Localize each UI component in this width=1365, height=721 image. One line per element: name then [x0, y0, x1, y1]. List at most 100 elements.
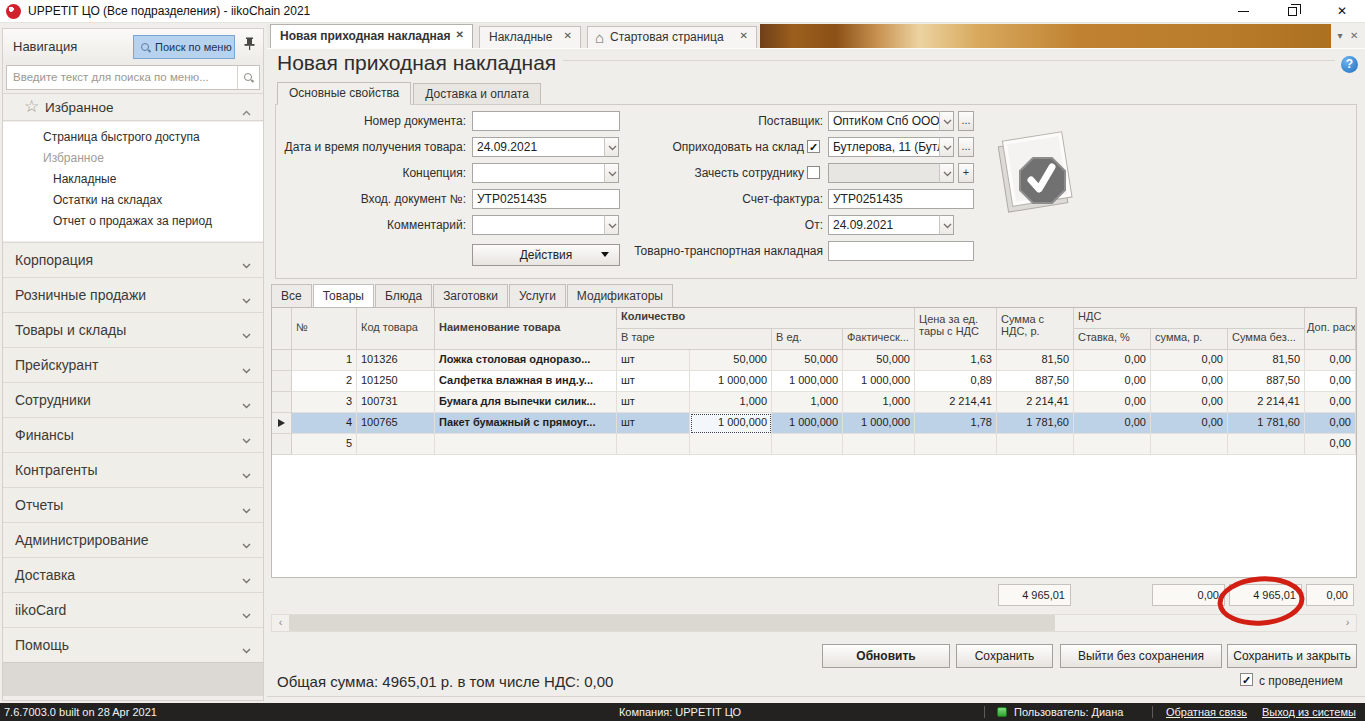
- cell-units[interactable]: 1,000: [772, 392, 843, 413]
- cell-vsum[interactable]: 0,00: [1151, 371, 1228, 392]
- document-tab-1[interactable]: Новая приходная накладная✕: [270, 24, 473, 48]
- cell-units[interactable]: 1 000,000: [772, 371, 843, 392]
- column-header-sumwithout[interactable]: Сумма без...: [1228, 329, 1305, 350]
- scroll-left-button[interactable]: ‹: [272, 615, 289, 631]
- restore-button[interactable]: [1270, 0, 1316, 23]
- scroll-right-button[interactable]: ›: [1339, 615, 1356, 631]
- cell-vsum[interactable]: 0,00: [1151, 350, 1228, 371]
- tab-close-icon[interactable]: ✕: [456, 29, 464, 40]
- cell-rate[interactable]: [1074, 434, 1151, 455]
- sidebar-section-9[interactable]: Администрирование: [3, 522, 263, 557]
- field-5[interactable]: 24.09.2021: [828, 215, 940, 235]
- sidebar-section-7[interactable]: Контрагенты: [3, 452, 263, 487]
- field-1[interactable]: [472, 111, 620, 131]
- cell-tare[interactable]: 1 000,000: [690, 413, 772, 434]
- button-3[interactable]: Выйти без сохранения: [1060, 644, 1222, 668]
- cell-unit[interactable]: шт: [617, 350, 690, 371]
- column-header-code[interactable]: Код товара: [357, 308, 435, 350]
- cell-vsum[interactable]: 0,00: [1151, 392, 1228, 413]
- sidebar-section-8[interactable]: Отчеты: [3, 487, 263, 522]
- row-indicator-header[interactable]: [272, 308, 292, 350]
- cell-unit[interactable]: [617, 434, 690, 455]
- sidebar-section-10[interactable]: Доставка: [3, 557, 263, 592]
- post-checkbox[interactable]: ✓: [1240, 673, 1253, 686]
- sidebar-section-6[interactable]: Финансы: [3, 417, 263, 452]
- cell-tare[interactable]: 50,000: [690, 350, 772, 371]
- field-5[interactable]: [472, 215, 605, 235]
- cell-name[interactable]: [435, 434, 617, 455]
- ellipsis-button[interactable]: ...: [958, 111, 974, 131]
- cell-vsum[interactable]: 0,00: [1151, 413, 1228, 434]
- cell-name[interactable]: Бумага для выпечки силик...: [435, 392, 617, 413]
- grid-tab-Услуги[interactable]: Услуги: [509, 284, 566, 307]
- form-tab-2[interactable]: Доставка и оплата: [413, 83, 541, 105]
- logout-link[interactable]: Выход из системы: [1262, 706, 1356, 718]
- button-2[interactable]: Сохранить: [956, 644, 1053, 668]
- sidebar-section-3[interactable]: Товары и склады: [3, 312, 263, 347]
- grid-tab-Модификаторы[interactable]: Модификаторы: [567, 284, 673, 307]
- document-tab-3[interactable]: ⌂Стартовая страница✕: [587, 26, 757, 48]
- cell-code[interactable]: 100765: [357, 413, 435, 434]
- dropdown-arrow[interactable]: [939, 137, 954, 157]
- sidebar-section-favorites[interactable]: ☆ Избранное: [3, 93, 263, 121]
- cell-swo[interactable]: [1228, 434, 1305, 455]
- column-header-vatsum[interactable]: сумма, р.: [1151, 329, 1228, 350]
- sidebar-section-1[interactable]: Корпорация: [3, 242, 263, 277]
- cell-price[interactable]: 0,89: [915, 371, 997, 392]
- cell-tare[interactable]: [690, 434, 772, 455]
- cell-price[interactable]: 2 214,41: [915, 392, 997, 413]
- cell-n[interactable]: 2: [292, 371, 357, 392]
- cell-sum[interactable]: 2 214,41: [997, 392, 1074, 413]
- tab-list-dropdown-icon[interactable]: ▾: [1338, 30, 1343, 41]
- cell-rate[interactable]: 0,00: [1074, 350, 1151, 371]
- cell-rate[interactable]: 0,00: [1074, 371, 1151, 392]
- cell-name[interactable]: Салфетка влажная в инд.у...: [435, 371, 617, 392]
- grid-tab-Товары[interactable]: Товары: [313, 284, 374, 307]
- field-3[interactable]: [472, 163, 605, 183]
- table-row-3[interactable]: 3100731Бумага для выпечки силик...шт1,00…: [272, 392, 1356, 413]
- column-header-extra[interactable]: Доп. расх...: [1305, 308, 1356, 350]
- tab-close-icon[interactable]: ✕: [564, 30, 572, 41]
- field-2[interactable]: 24.09.2021: [472, 137, 605, 157]
- cell-tare[interactable]: 1 000,000: [690, 371, 772, 392]
- button-1[interactable]: Обновить: [822, 644, 950, 668]
- grid-tab-Все[interactable]: Все: [271, 284, 312, 307]
- cell-sum[interactable]: [997, 434, 1074, 455]
- cell-code[interactable]: 101326: [357, 350, 435, 371]
- cell-n[interactable]: 3: [292, 392, 357, 413]
- document-tab-2[interactable]: Накладные✕: [479, 26, 581, 48]
- cell-swo[interactable]: 2 214,41: [1228, 392, 1305, 413]
- field-4[interactable]: УТР0251435: [472, 189, 620, 209]
- column-header-actual[interactable]: Фактическ...: [843, 329, 915, 350]
- cell-units[interactable]: [772, 434, 843, 455]
- table-row-5[interactable]: 50,00: [272, 434, 1356, 455]
- scrollbar-thumb[interactable]: [289, 615, 1055, 631]
- table-row-2[interactable]: 2101250Салфетка влажная в инд.у...шт1 00…: [272, 371, 1356, 392]
- sidebar-section-5[interactable]: Сотрудники: [3, 382, 263, 417]
- pin-icon[interactable]: [244, 37, 255, 54]
- cell-actual[interactable]: [843, 434, 915, 455]
- cell-vsum[interactable]: [1151, 434, 1228, 455]
- grid-tab-Заготовки[interactable]: Заготовки: [433, 284, 508, 307]
- menu-search-input[interactable]: Введите текст для поиска по меню...: [6, 65, 260, 90]
- feedback-link[interactable]: Обратная связь: [1166, 706, 1247, 718]
- cell-code[interactable]: [357, 434, 435, 455]
- cell-price[interactable]: 1,63: [915, 350, 997, 371]
- column-header-units[interactable]: В ед.: [772, 329, 843, 350]
- grid-tab-Блюда[interactable]: Блюда: [375, 284, 432, 307]
- cell-swo[interactable]: 887,50: [1228, 371, 1305, 392]
- field-checkbox[interactable]: ✓: [807, 140, 820, 153]
- cell-name[interactable]: Пакет бумажный с прямоуг...: [435, 413, 617, 434]
- cell-n[interactable]: 4: [292, 413, 357, 434]
- sidebar-section-4[interactable]: Прейскурант: [3, 347, 263, 382]
- favorites-item[interactable]: Накладные: [53, 172, 116, 192]
- sidebar-section-2[interactable]: Розничные продажи: [3, 277, 263, 312]
- favorites-item[interactable]: Страница быстрого доступа: [43, 130, 200, 150]
- button-4[interactable]: Сохранить и закрыть: [1227, 644, 1357, 668]
- favorites-item[interactable]: Остатки на складах: [53, 193, 162, 213]
- cell-code[interactable]: 100731: [357, 392, 435, 413]
- column-header-rate[interactable]: Ставка, %: [1074, 329, 1151, 350]
- field-1[interactable]: ОптиКом Спб ООО: [828, 111, 940, 131]
- minimize-button[interactable]: [1220, 0, 1266, 23]
- dropdown-arrow[interactable]: [939, 111, 954, 131]
